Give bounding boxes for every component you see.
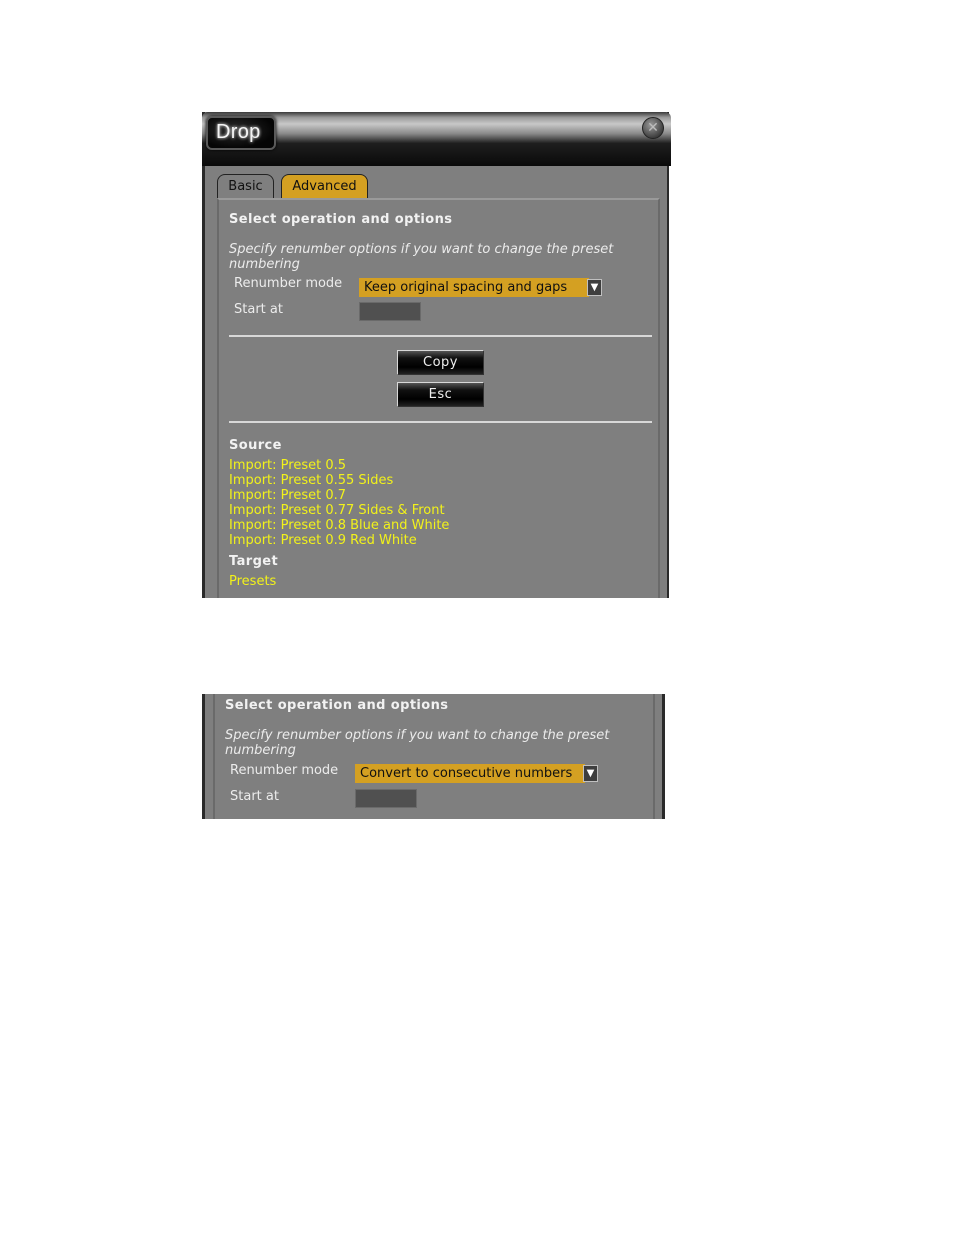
dialog-title: Drop — [216, 121, 261, 143]
divider — [229, 335, 652, 337]
tab-basic[interactable]: Basic — [217, 174, 274, 198]
snippet-start-at-label: Start at — [230, 789, 279, 804]
snippet-section-title: Select operation and options — [225, 698, 449, 713]
renumber-mode-value: Keep original spacing and gaps — [364, 280, 568, 295]
renumber-hint: Specify renumber options if you want to … — [229, 242, 614, 272]
advanced-panel: Select operation and options Specify ren… — [217, 198, 660, 598]
renumber-mode-label: Renumber mode — [234, 276, 343, 291]
close-icon: ✕ — [647, 120, 659, 136]
target-title: Target — [229, 554, 279, 569]
drop-dialog: Drop ✕ Basic Advanced Select operation a… — [202, 112, 671, 598]
source-item: Import: Preset 0.9 Red White — [229, 533, 417, 548]
title-bar[interactable]: Drop ✕ — [202, 112, 671, 166]
close-button[interactable]: ✕ — [642, 117, 664, 139]
start-at-label: Start at — [234, 302, 283, 317]
snippet-panel: Select operation and options Specify ren… — [213, 694, 655, 819]
source-title: Source — [229, 438, 282, 453]
start-at-input[interactable] — [359, 302, 421, 321]
snippet-hint: Specify renumber options if you want to … — [225, 728, 610, 758]
source-item: Import: Preset 0.5 — [229, 458, 346, 473]
snippet-renumber-mode-value: Convert to consecutive numbers — [360, 766, 573, 781]
source-item: Import: Preset 0.8 Blue and White — [229, 518, 450, 533]
options-section-title: Select operation and options — [229, 212, 453, 227]
renumber-mode-select[interactable]: Keep original spacing and gaps — [359, 278, 589, 297]
source-item: Import: Preset 0.7 — [229, 488, 346, 503]
source-item: Import: Preset 0.77 Sides & Front — [229, 503, 445, 518]
source-item: Import: Preset 0.55 Sides — [229, 473, 394, 488]
target-item: Presets — [229, 574, 277, 589]
snippet-start-at-input[interactable] — [355, 789, 417, 808]
chevron-down-icon[interactable]: ▼ — [583, 765, 598, 782]
snippet-renumber-mode-select[interactable]: Convert to consecutive numbers — [355, 764, 585, 783]
copy-button[interactable]: Copy — [397, 350, 484, 375]
snippet-renumber-mode-label: Renumber mode — [230, 763, 339, 778]
options-snippet: Select operation and options Specify ren… — [202, 694, 665, 819]
title-badge: Drop — [206, 116, 276, 150]
chevron-down-icon[interactable]: ▼ — [587, 279, 602, 296]
tab-advanced[interactable]: Advanced — [281, 174, 368, 198]
esc-button[interactable]: Esc — [397, 382, 484, 407]
divider — [229, 421, 652, 423]
